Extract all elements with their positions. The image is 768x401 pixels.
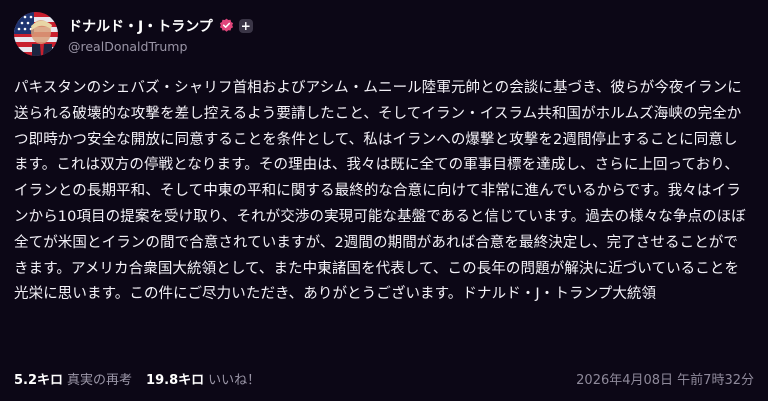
likes-label: いいね！ bbox=[208, 372, 261, 388]
verified-badge-icon bbox=[219, 18, 234, 33]
plus-badge: + bbox=[238, 18, 253, 33]
likes-stat[interactable]: 19.8キロ いいね！ bbox=[146, 369, 260, 388]
display-name[interactable]: ドナルド・J・トランプ bbox=[68, 16, 213, 36]
avatar[interactable] bbox=[14, 12, 58, 56]
post-header: ドナルド・J・トランプ + @realDonaldTrump bbox=[14, 10, 253, 58]
likes-count: 19.8キロ bbox=[146, 372, 205, 388]
name-row: ドナルド・J・トランプ + bbox=[68, 15, 253, 37]
flag-avatar-icon bbox=[14, 12, 58, 56]
reposts-count: 5.2キロ bbox=[14, 372, 64, 388]
author-handle[interactable]: @realDonaldTrump bbox=[68, 39, 253, 54]
reposts-stat[interactable]: 5.2キロ 真実の再考 bbox=[14, 369, 132, 388]
post-text: パキスタンのシェバズ・シャリフ首相およびアシム・ムニール陸軍元帥との会談に基づき… bbox=[14, 80, 746, 303]
reposts-label: 真実の再考 bbox=[67, 372, 133, 388]
post-timestamp[interactable]: 2026年4月08日 午前7時32分 bbox=[576, 369, 754, 388]
post-footer: 5.2キロ 真実の再考 19.8キロ いいね！ 2026年4月08日 午前7時3… bbox=[14, 368, 754, 388]
author-info: ドナルド・J・トランプ + @realDonaldTrump bbox=[68, 15, 253, 54]
